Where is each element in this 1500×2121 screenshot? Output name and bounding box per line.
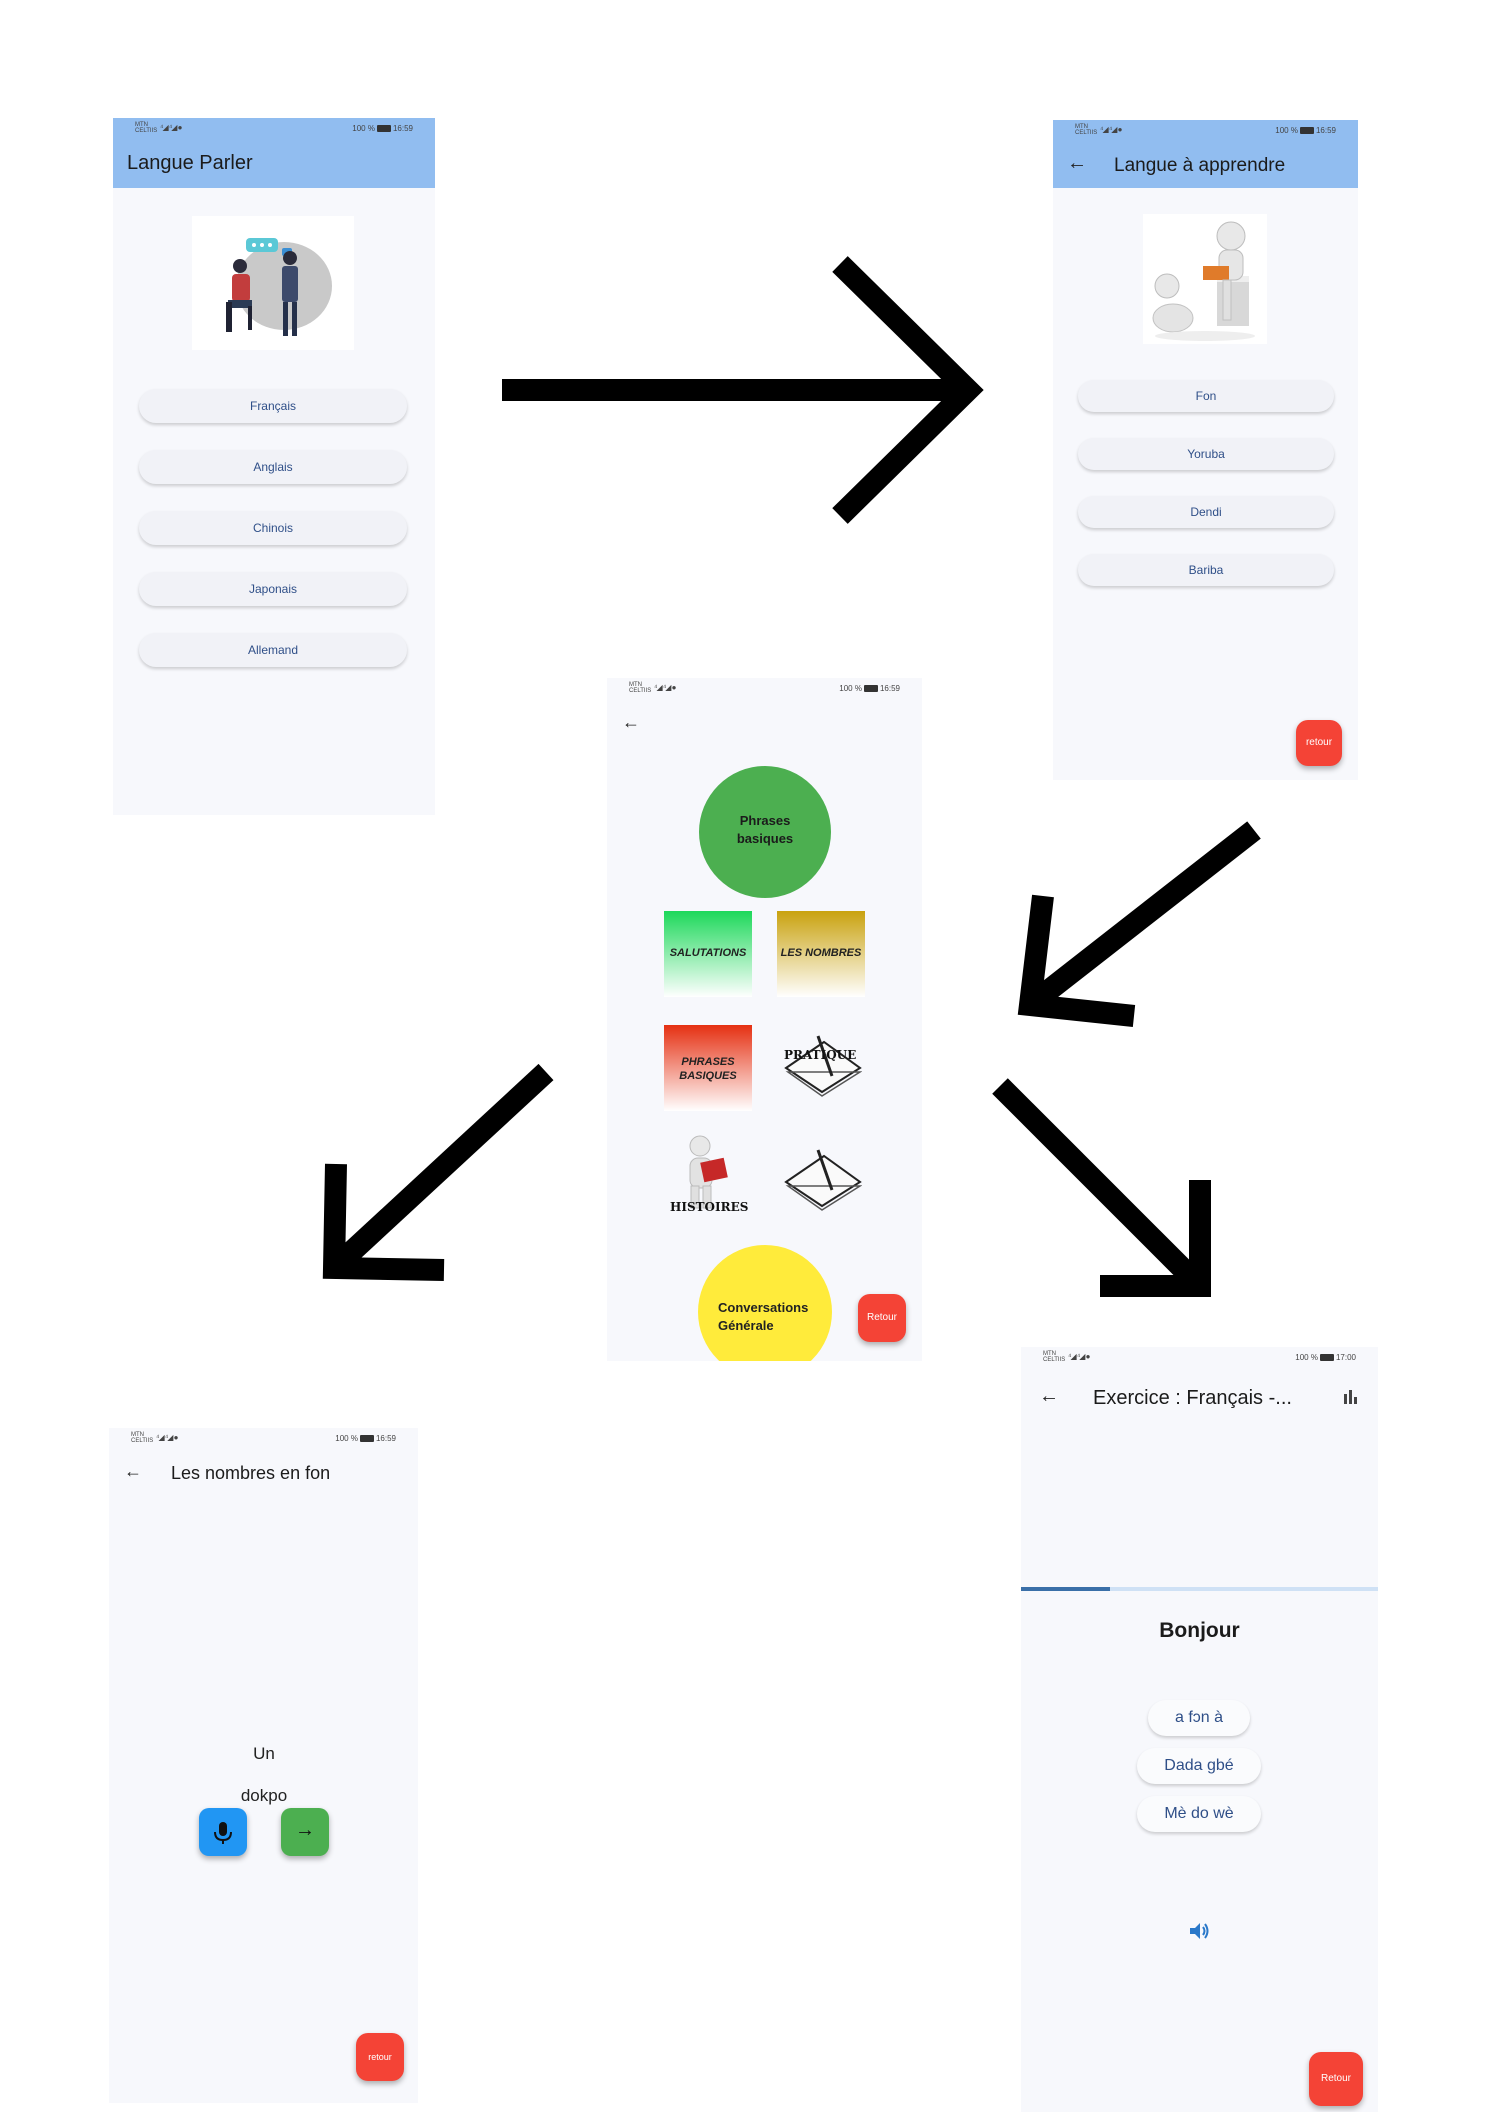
microphone-button[interactable] <box>199 1808 247 1856</box>
signal-icon: ⁴◢ ⁴◢ ● <box>1068 1352 1090 1361</box>
battery-label: 100 % <box>1295 1353 1318 1362</box>
battery-label: 100 % <box>839 684 862 693</box>
phrases-basiques-circle[interactable]: Phrases basiques <box>699 766 831 898</box>
arrow-down-left-icon <box>1017 821 1261 1027</box>
phrases-basiques-tile-label: PHRASES BASIQUES <box>679 1056 737 1082</box>
battery-icon <box>359 1435 374 1443</box>
pratique-tile[interactable]: PRATIQUE <box>782 1030 863 1100</box>
question-label: Bonjour <box>1159 1619 1240 1642</box>
pratique-label: PRATIQUE <box>784 1048 857 1062</box>
battery-label: 100 % <box>335 1434 358 1443</box>
exercise-tile[interactable] <box>782 1144 863 1214</box>
back-arrow-icon[interactable]: ← <box>1067 152 1087 175</box>
status-bar: MTN CELTIIS ⁴◢ ⁴◢ ● 100 % 16:59 <box>1053 120 1358 142</box>
notebook-pen-icon <box>784 1149 863 1211</box>
word-label: Un <box>253 1744 275 1763</box>
status-bar: MTN CELTIIS ⁴◢ ⁴◢ ● 100 % 16:59 <box>113 118 435 140</box>
carrier-label: MTN CELTIIS <box>131 1432 154 1444</box>
language-button-yoruba[interactable]: Yoruba <box>1078 438 1334 470</box>
status-bar: MTN CELTIIS ⁴◢ ⁴◢ ● 100 % 16:59 <box>109 1428 418 1450</box>
phrases-basiques-tile[interactable]: PHRASES BASIQUES <box>664 1025 752 1111</box>
language-button-dendi[interactable]: Dendi <box>1078 496 1334 528</box>
progress-fill <box>1021 1587 1111 1591</box>
phrases-basiques-label: Phrases basiques <box>736 813 794 846</box>
language-button-chinois[interactable]: Chinois <box>139 511 407 545</box>
speaker-icon[interactable] <box>1187 1919 1211 1943</box>
language-button-japonais[interactable]: Japonais <box>139 572 407 606</box>
notebook-icon <box>784 1035 863 1097</box>
screen-langue-apprendre: MTN CELTIIS ⁴◢ ⁴◢ ● 100 % 16:59 ← Langue à… <box>1053 120 1358 780</box>
histoires-tile[interactable]: HISTOIRES <box>664 1134 754 1224</box>
retour-button[interactable]: Retour <box>1309 2052 1363 2106</box>
answer-option-3[interactable]: Mè do wè <box>1137 1796 1261 1832</box>
language-button-bariba[interactable]: Bariba <box>1078 554 1334 586</box>
teacher-illustration <box>1143 214 1267 344</box>
status-bar: MTN CELTIIS ⁴◢ ⁴◢ ● 100 % 16:59 <box>607 678 922 700</box>
battery-icon <box>1299 127 1314 135</box>
signal-icon: ⁴◢ ⁴◢ ● <box>160 123 182 132</box>
les-nombres-tile[interactable]: LES NOMBRES <box>777 911 865 997</box>
progress-track <box>1021 1587 1378 1591</box>
translation-label: dokpo <box>240 1786 288 1805</box>
page-title: Les nombres en fon <box>171 1463 331 1483</box>
stats-icon[interactable] <box>1343 1389 1359 1405</box>
retour-button[interactable]: Retour <box>858 1294 906 1342</box>
histoires-label: HISTOIRES <box>670 1200 749 1214</box>
back-arrow-icon[interactable]: ← <box>1039 1385 1059 1408</box>
reader-figure-icon <box>689 1135 728 1209</box>
battery-label: 100 % <box>1275 126 1298 135</box>
carrier-label: MTN CELTIIS <box>1075 124 1098 136</box>
answer-option-2[interactable]: Dada gbé <box>1137 1748 1261 1784</box>
language-button-francais[interactable]: Français <box>139 389 407 423</box>
next-button[interactable]: → <box>281 1808 329 1856</box>
back-arrow-icon[interactable]: ← <box>622 712 640 733</box>
carrier-label: MTN CELTIIS <box>1043 1351 1066 1363</box>
app-bar: MTN CELTIIS ⁴◢ ⁴◢ ● 100 % 16:59 ← Langue à… <box>1053 120 1358 188</box>
clock-label: 16:59 <box>879 684 900 693</box>
clock-label: 17:00 <box>1335 1353 1356 1362</box>
salutations-label: SALUTATIONS <box>669 947 747 959</box>
language-button-allemand[interactable]: Allemand <box>139 633 407 667</box>
conversations-circle[interactable]: Conversations Générale <box>698 1245 832 1361</box>
clock-label: 16:59 <box>375 1434 396 1443</box>
signal-icon: ⁴◢ ⁴◢ ● <box>156 1433 178 1442</box>
carrier-label: MTN CELTIIS <box>135 122 158 134</box>
signal-icon: ⁴◢ ⁴◢ ● <box>1100 125 1122 134</box>
signal-icon: ⁴◢ ⁴◢ ● <box>654 683 676 692</box>
les-nombres-label: LES NOMBRES <box>780 947 862 959</box>
arrow-right-icon: → <box>295 1819 315 1841</box>
battery-icon <box>376 125 391 133</box>
clock-label: 16:59 <box>1315 126 1336 135</box>
screen-les-nombres: MTN CELTIIS ⁴◢ ⁴◢ ● 100 % 16:59 ← Les nomb… <box>109 1428 418 2103</box>
retour-button[interactable]: retour <box>1296 720 1342 766</box>
salutations-tile[interactable]: SALUTATIONS <box>664 911 752 997</box>
page-title: Langue à apprendre <box>1114 155 1286 176</box>
answer-option-1[interactable]: a fɔn à <box>1148 1700 1250 1736</box>
clock-label: 16:59 <box>392 124 413 133</box>
arrow-down-right-icon <box>992 1078 1211 1297</box>
carrier-label: MTN CELTIIS <box>629 682 652 694</box>
language-button-anglais[interactable]: Anglais <box>139 450 407 484</box>
conversation-illustration <box>192 216 354 350</box>
page-title: Langue Parler <box>127 152 253 174</box>
app-bar: MTN CELTIIS ⁴◢ ⁴◢ ● 100 % 16:59 Langue Par… <box>113 118 435 188</box>
page-title: Exercice : Français -... <box>1093 1387 1292 1409</box>
conversations-label: Conversations Générale <box>718 1300 809 1333</box>
battery-label: 100 % <box>352 124 375 133</box>
screen-exercice: MTN CELTIIS ⁴◢ ⁴◢ ● 100 % 17:00 ← Exercice… <box>1021 1347 1378 2112</box>
back-arrow-icon[interactable]: ← <box>124 1461 142 1482</box>
microphone-icon <box>214 1822 232 1844</box>
arrow-down-left-icon <box>322 1063 554 1281</box>
screen-langue-parler: MTN CELTIIS ⁴◢ ⁴◢ ● 100 % 16:59 Langue Par… <box>113 118 435 815</box>
language-button-fon[interactable]: Fon <box>1078 380 1334 412</box>
retour-button[interactable]: retour <box>356 2033 404 2081</box>
battery-icon <box>863 685 878 693</box>
battery-icon <box>1319 1354 1334 1362</box>
screen-categories: MTN CELTIIS ⁴◢ ⁴◢ ● 100 % 16:59 ← Phrases … <box>607 678 922 1361</box>
status-bar: MTN CELTIIS ⁴◢ ⁴◢ ● 100 % 17:00 <box>1021 1347 1378 1369</box>
arrow-right-icon <box>502 256 984 524</box>
